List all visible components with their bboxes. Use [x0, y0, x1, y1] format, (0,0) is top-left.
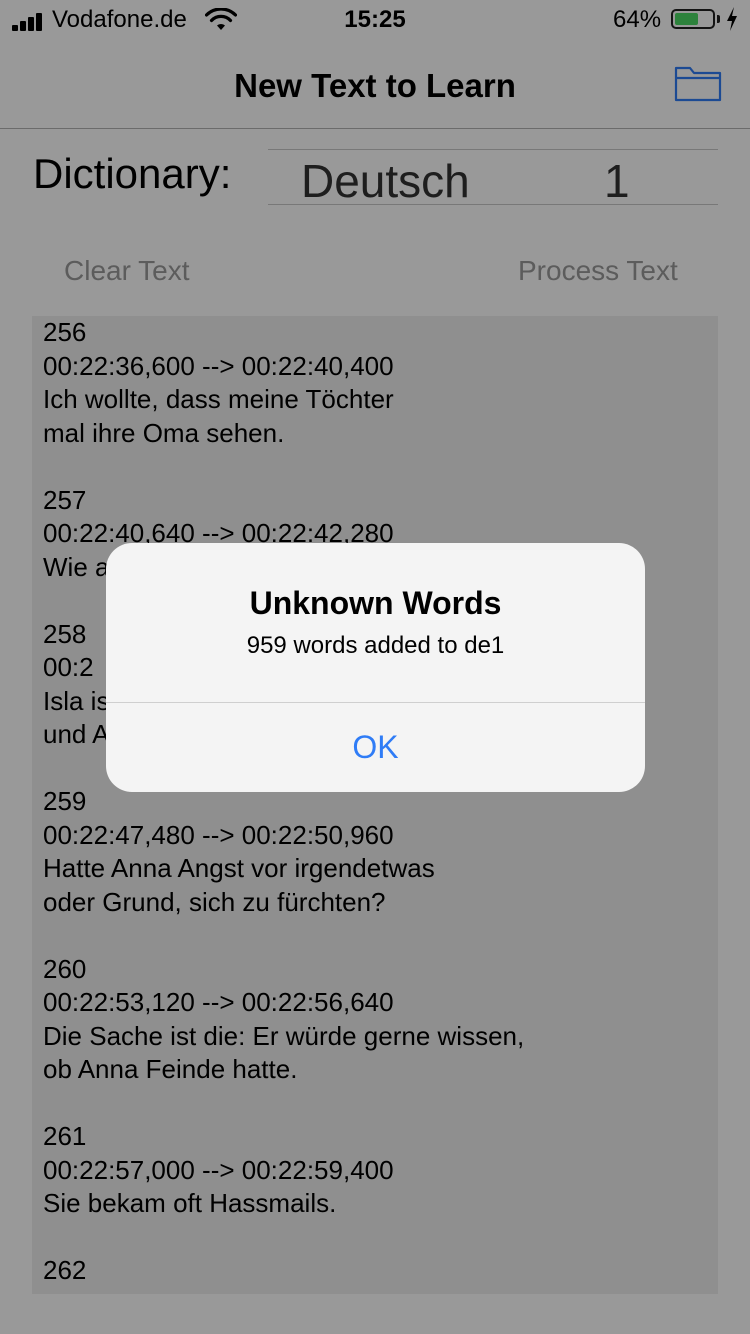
ok-button[interactable]: OK: [106, 703, 645, 792]
alert-message: 959 words added to de1: [246, 632, 505, 659]
alert-dialog: Unknown Words 959 words added to de1 OK: [106, 543, 645, 792]
alert-title: Unknown Words: [249, 585, 502, 621]
